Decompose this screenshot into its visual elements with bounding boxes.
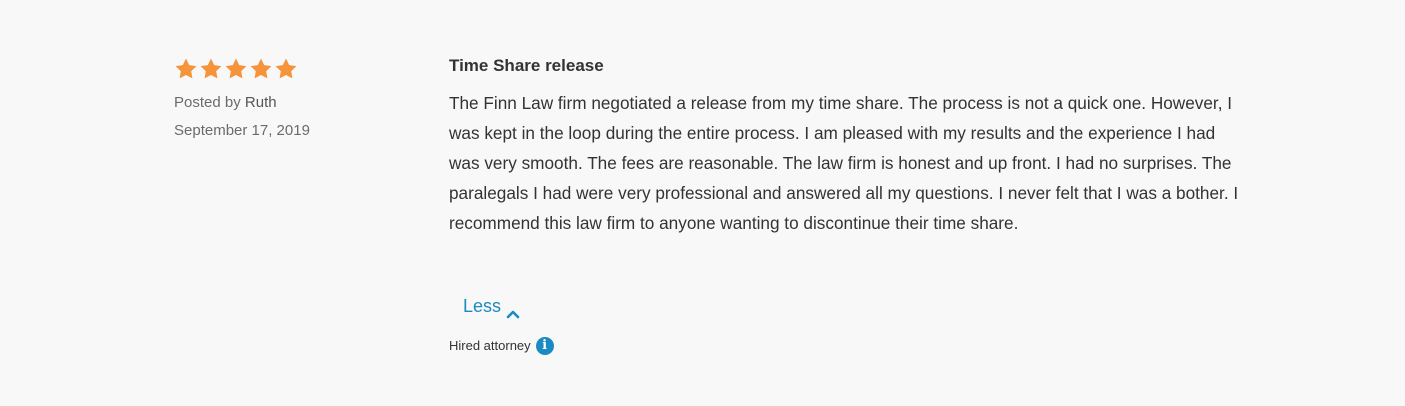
star-icon <box>224 57 248 81</box>
author-name: Ruth <box>244 94 277 111</box>
hired-attorney: Hired attorney i <box>449 336 554 356</box>
review-date: September 17, 2019 <box>174 122 310 139</box>
posted-by: Posted by Ruth <box>174 93 414 113</box>
star-rating <box>174 56 414 82</box>
posted-by-label: Posted by <box>174 94 241 111</box>
chevron-up-icon <box>506 301 520 319</box>
review-content: Time Share release The Finn Law firm neg… <box>449 54 1249 238</box>
less-toggle-label: Less <box>463 296 502 316</box>
less-toggle-button[interactable]: Less <box>463 294 520 319</box>
review-meta: Posted by Ruth September 17, 2019 <box>174 56 414 141</box>
review-title: Time Share release <box>449 56 604 75</box>
star-icon <box>274 57 298 81</box>
hired-attorney-label: Hired attorney <box>449 338 531 353</box>
info-icon[interactable]: i <box>535 337 554 355</box>
star-icon <box>174 57 198 81</box>
review-body: The Finn Law firm negotiated a release f… <box>449 93 1239 233</box>
star-icon <box>249 57 273 81</box>
star-icon <box>199 57 223 81</box>
review-card: Posted by Ruth September 17, 2019 Time S… <box>0 0 1405 406</box>
